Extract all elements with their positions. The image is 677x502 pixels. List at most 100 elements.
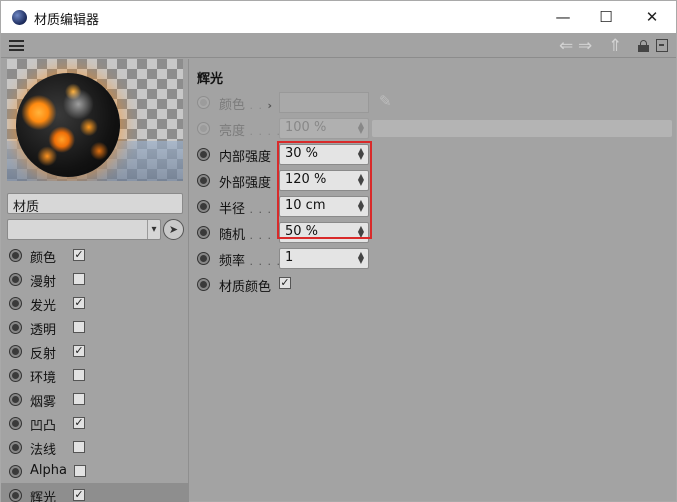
back-arrow-icon[interactable]: ⇐ bbox=[559, 36, 573, 56]
animate-dot-icon[interactable] bbox=[198, 253, 209, 264]
channel-dot-icon bbox=[10, 250, 21, 261]
channel-label: 凹凸 bbox=[30, 419, 57, 434]
channel-item[interactable]: 辉光 ✓ bbox=[1, 483, 189, 502]
title-bar: 材质编辑器 — ☐ ✕ bbox=[1, 1, 676, 33]
channel-dot-icon bbox=[10, 442, 21, 453]
animate-dot-icon[interactable] bbox=[198, 175, 209, 186]
channel-checkbox[interactable]: ✓ bbox=[73, 417, 85, 429]
material-type-dropdown[interactable]: ▾ bbox=[7, 219, 161, 240]
window-title: 材质编辑器 bbox=[34, 13, 100, 28]
up-arrow-icon[interactable]: ⇑ bbox=[608, 36, 622, 56]
channel-item[interactable]: 透明 bbox=[1, 315, 189, 339]
channel-checkbox[interactable]: ✓ bbox=[73, 249, 85, 261]
attributes-panel: 辉光 颜色 . . › ✎ 亮度 . . . . 100 % ▲ ▼ 内部强度 30… bbox=[190, 59, 676, 502]
brightness-slider[interactable] bbox=[372, 120, 672, 137]
material-color-label: 材质颜色 bbox=[219, 280, 272, 295]
forward-arrow-icon[interactable]: ⇒ bbox=[578, 36, 592, 56]
channel-dot-icon bbox=[10, 322, 21, 333]
frequency-row: 频率 . . . . 1 ▲ ▼ bbox=[190, 245, 676, 271]
frequency-label: 频率 bbox=[219, 254, 246, 269]
material-preview[interactable] bbox=[7, 59, 183, 181]
channel-label: Alpha bbox=[30, 463, 67, 478]
channel-item[interactable]: 漫射 bbox=[1, 267, 189, 291]
color-label: 颜色 bbox=[219, 98, 246, 113]
animate-dot-icon[interactable] bbox=[198, 123, 209, 134]
maximize-button[interactable]: ☐ bbox=[583, 1, 629, 33]
material-name-field[interactable]: 材质 bbox=[7, 193, 183, 215]
frequency-field[interactable]: 1 ▲ ▼ bbox=[279, 248, 369, 269]
animate-dot-icon[interactable] bbox=[198, 201, 209, 212]
new-window-icon[interactable] bbox=[656, 39, 668, 52]
channel-dot-icon bbox=[10, 370, 21, 381]
channel-checkbox[interactable] bbox=[73, 321, 85, 333]
section-title: 辉光 bbox=[197, 72, 224, 87]
animate-dot-icon[interactable] bbox=[198, 149, 209, 160]
inner-strength-label: 内部强度 bbox=[219, 150, 272, 165]
inner-strength-row: 内部强度 30 % ▲ ▼ bbox=[190, 141, 676, 167]
stepper-arrows-icon: ▲ ▼ bbox=[357, 120, 365, 135]
channel-dot-icon bbox=[10, 418, 21, 429]
channel-item[interactable]: Alpha bbox=[1, 459, 189, 483]
channel-label: 颜色 bbox=[30, 251, 57, 266]
channel-checkbox[interactable] bbox=[73, 273, 85, 285]
channel-item[interactable]: 发光 ✓ bbox=[1, 291, 189, 315]
channel-dot-icon bbox=[10, 346, 21, 357]
channel-item[interactable]: 颜色 ✓ bbox=[1, 243, 189, 267]
channel-label: 环境 bbox=[30, 371, 57, 386]
color-row: 颜色 . . › ✎ bbox=[190, 89, 676, 115]
channel-label: 透明 bbox=[30, 323, 57, 338]
lock-icon[interactable] bbox=[638, 40, 649, 52]
minimize-button[interactable]: — bbox=[540, 1, 586, 33]
channel-item[interactable]: 反射 ✓ bbox=[1, 339, 189, 363]
brightness-label: 亮度 bbox=[219, 124, 246, 139]
channel-checkbox[interactable] bbox=[74, 465, 86, 477]
hamburger-menu-icon[interactable] bbox=[9, 40, 24, 51]
random-label: 随机 bbox=[219, 228, 246, 243]
pick-material-icon[interactable]: ➤ bbox=[163, 219, 184, 240]
radius-row: 半径 . . . . 10 cm ▲ ▼ bbox=[190, 193, 676, 219]
channel-item[interactable]: 凹凸 ✓ bbox=[1, 411, 189, 435]
material-channel-panel: 材质 ▾ ➤ 颜色 ✓ 漫射发光 ✓ 透明反射 ✓ 环境烟雾凹凸 ✓ 法线 Alpha 辉光 ✓ bbox=[1, 59, 189, 502]
material-color-checkbox[interactable]: ✓ bbox=[279, 277, 291, 289]
material-preview-sphere bbox=[16, 73, 120, 177]
channel-item[interactable]: 法线 bbox=[1, 435, 189, 459]
cinema4d-app-icon bbox=[12, 10, 27, 25]
random-row: 随机 . . . . 50 % ▲ ▼ bbox=[190, 219, 676, 245]
chevron-down-icon[interactable]: ▾ bbox=[147, 220, 160, 239]
channel-item[interactable]: 烟雾 bbox=[1, 387, 189, 411]
toolbar: ⇐ ⇒ ⇑ bbox=[1, 34, 676, 58]
channel-dot-icon bbox=[10, 394, 21, 405]
channel-label: 法线 bbox=[30, 443, 57, 458]
animate-dot-icon[interactable] bbox=[198, 279, 209, 290]
channel-checkbox[interactable]: ✓ bbox=[73, 489, 85, 501]
brightness-field[interactable]: 100 % ▲ ▼ bbox=[279, 118, 369, 139]
channel-checkbox[interactable] bbox=[73, 441, 85, 453]
channel-label: 漫射 bbox=[30, 275, 57, 290]
close-button[interactable]: ✕ bbox=[629, 1, 675, 33]
outer-strength-label: 外部强度 bbox=[219, 176, 272, 191]
material-editor-window: 材质编辑器 — ☐ ✕ ⇐ ⇒ ⇑ 材质 ▾ ➤ 颜色 ✓ 漫射发光 ✓ 透明反射 ✓ 环境… bbox=[0, 0, 677, 502]
channel-item[interactable]: 环境 bbox=[1, 363, 189, 387]
channel-label: 反射 bbox=[30, 347, 57, 362]
channel-label: 辉光 bbox=[30, 491, 57, 502]
brightness-row: 亮度 . . . . 100 % ▲ ▼ bbox=[190, 115, 676, 141]
color-swatch[interactable] bbox=[279, 92, 369, 113]
channel-label: 烟雾 bbox=[30, 395, 57, 410]
animate-dot-icon[interactable] bbox=[198, 97, 209, 108]
stepper-arrows-icon: ▲ ▼ bbox=[357, 250, 365, 265]
material-color-row: 材质颜色 ✓ bbox=[190, 271, 676, 297]
eyedropper-icon[interactable]: ✎ bbox=[379, 92, 392, 110]
channel-dot-icon bbox=[10, 466, 21, 477]
channel-dot-icon bbox=[10, 490, 21, 501]
channel-checkbox[interactable] bbox=[73, 393, 85, 405]
channel-dot-icon bbox=[10, 274, 21, 285]
highlight-box bbox=[277, 141, 372, 239]
channel-checkbox[interactable]: ✓ bbox=[73, 345, 85, 357]
channel-checkbox[interactable] bbox=[73, 369, 85, 381]
radius-label: 半径 bbox=[219, 202, 246, 217]
channel-label: 发光 bbox=[30, 299, 57, 314]
channel-checkbox[interactable]: ✓ bbox=[73, 297, 85, 309]
outer-strength-row: 外部强度 120 % ▲ ▼ bbox=[190, 167, 676, 193]
channel-dot-icon bbox=[10, 298, 21, 309]
animate-dot-icon[interactable] bbox=[198, 227, 209, 238]
